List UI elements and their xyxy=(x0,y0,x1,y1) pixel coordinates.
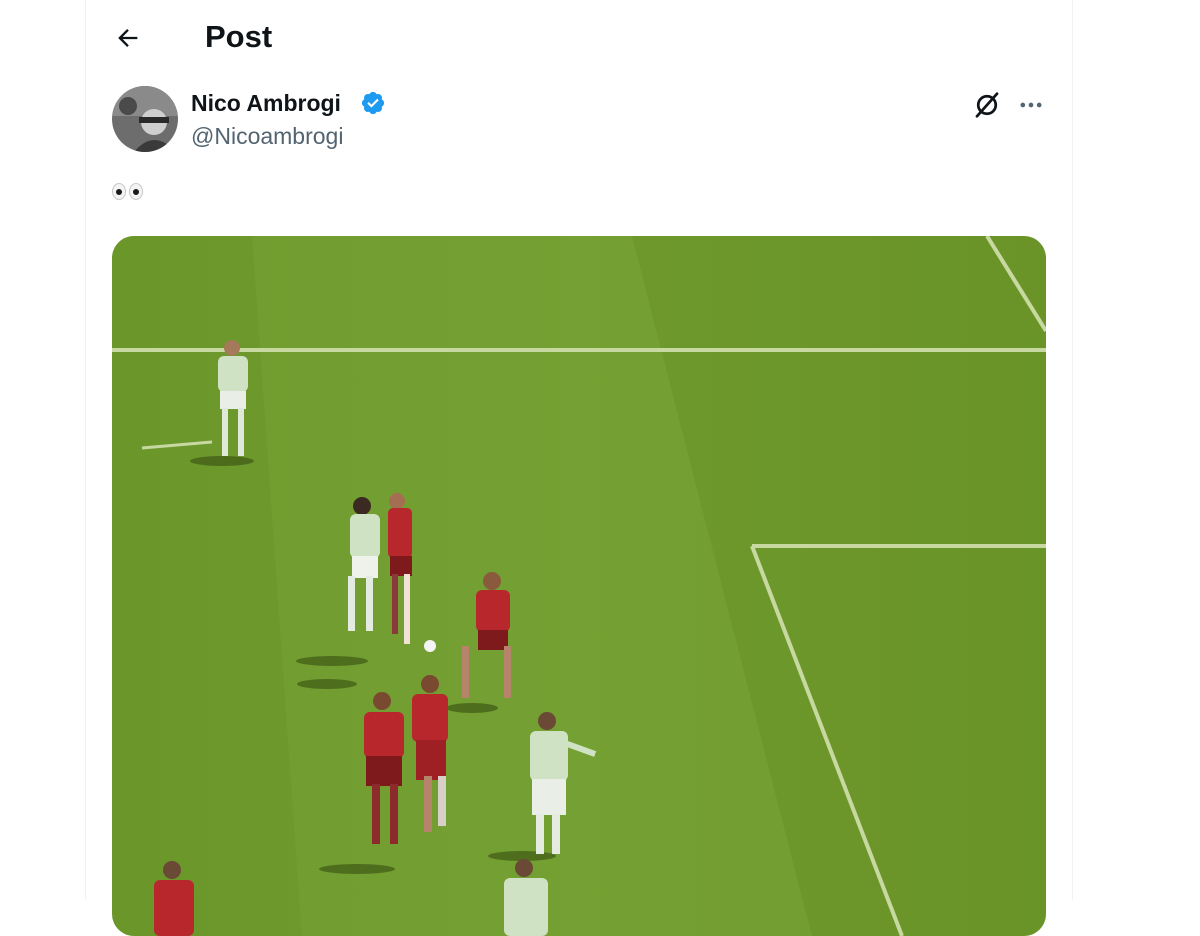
post-text xyxy=(112,178,143,208)
football-pitch-frame xyxy=(112,236,1046,936)
grok-button[interactable] xyxy=(970,88,1004,122)
author-handle[interactable]: @Nicoambrogi xyxy=(191,122,343,150)
top-bar: Post xyxy=(86,0,1072,72)
author-name[interactable]: Nico Ambrogi xyxy=(191,89,341,117)
arrow-left-icon xyxy=(118,29,138,47)
post-video[interactable] xyxy=(112,236,1046,936)
post-detail-column: Post Nico Ambrogi @Nicoambrogi xyxy=(85,0,1073,936)
grok-icon xyxy=(975,92,999,118)
more-options-button[interactable] xyxy=(1014,88,1048,122)
more-horizontal-icon xyxy=(1020,102,1042,108)
page-title: Post xyxy=(205,19,273,54)
avatar[interactable] xyxy=(112,86,178,152)
eyes-emoji-icon xyxy=(112,183,143,200)
verified-badge-icon xyxy=(361,91,385,115)
back-button[interactable] xyxy=(108,18,148,58)
